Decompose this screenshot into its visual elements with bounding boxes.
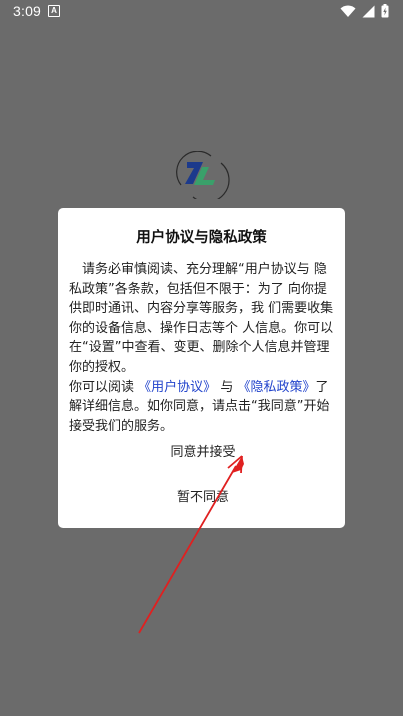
privacy-policy-link[interactable]: 《隐私政策》 (237, 380, 315, 395)
app-logo-icon (176, 151, 230, 199)
dialog-paragraph-intro: 请务必审慎阅读、充分理解“用户协议与 隐私政策”各条款，包括但不限于：为了 向你… (69, 262, 334, 375)
decline-button[interactable]: 暂不同意 (118, 485, 288, 511)
accept-button[interactable]: 同意并接受 (118, 440, 288, 466)
wifi-icon (340, 5, 356, 17)
links-prefix-text: 你可以阅读 (69, 379, 135, 395)
user-agreement-link[interactable]: 《用户协议》 (138, 380, 216, 395)
links-and-text: 与 (220, 379, 234, 395)
dialog-body: 请务必审慎阅读、充分理解“用户协议与 隐私政策”各条款，包括但不限于：为了 向你… (69, 260, 337, 436)
dialog-paragraph-links: 你可以阅读 《用户协议》 与 《隐私政策》了解详细信息。如你同意，请点击“我同意… (69, 378, 337, 437)
status-bar: 3:09 A (0, 0, 403, 24)
status-time: 3:09 (13, 3, 42, 19)
battery-charging-icon (381, 4, 389, 18)
cell-signal-icon (362, 5, 375, 17)
dialog-title: 用户协议与隐私政策 (136, 230, 267, 246)
privacy-dialog: 用户协议与隐私政策 请务必审慎阅读、充分理解“用户协议与 隐私政策”各条款，包括… (58, 208, 345, 528)
notification-a-icon: A (48, 5, 60, 17)
status-icons (340, 4, 389, 18)
